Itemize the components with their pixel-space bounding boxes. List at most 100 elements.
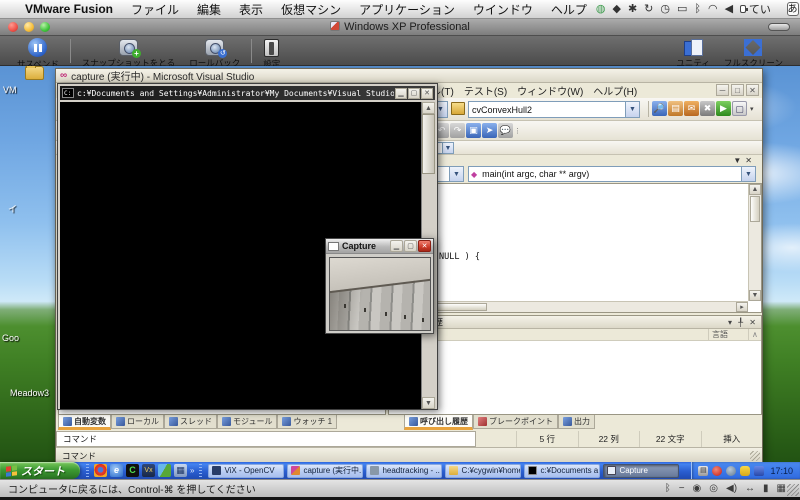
menu-file[interactable]: ファイル <box>122 1 188 18</box>
scroll-up-icon[interactable]: ▲ <box>749 184 761 195</box>
rollback-button[interactable]: ↺ ロールバック <box>189 38 240 69</box>
cmd-close-button[interactable]: ✕ <box>421 87 433 99</box>
cmd-maximize-button[interactable]: ▢ <box>408 87 420 99</box>
capture-minimize-button[interactable]: ▁ <box>390 240 403 252</box>
toolbox-icon[interactable]: ✖ <box>700 101 715 116</box>
taskbar-button-headtracking[interactable]: headtracking - .. <box>366 463 443 478</box>
toolbar-toggle-capsule[interactable] <box>768 23 790 31</box>
taskbar-button-vix[interactable]: ViX - OpenCV <box>208 463 285 478</box>
bluetooth-device-icon[interactable]: ᛒ <box>665 483 671 494</box>
callstack-panel[interactable]: 呼び出し履歴 ▾ ╀ ✕ 名前 言語 ∧ <box>388 315 762 415</box>
scroll-up-icon[interactable]: ▲ <box>422 102 435 114</box>
unity-button[interactable]: ユニティ <box>676 38 710 69</box>
vmware-window-titlebar[interactable]: Windows XP Professional <box>0 19 800 36</box>
doc-list-dropdown-icon[interactable]: ▼ <box>733 156 745 165</box>
quicklaunch-overflow-icon[interactable]: » <box>190 466 194 475</box>
desktop-icon-label[interactable]: VM <box>3 85 17 95</box>
vs-close-button[interactable]: ✕ <box>746 84 759 96</box>
tab-callstack[interactable]: 呼び出し履歴 <box>404 415 473 430</box>
fullscreen-button[interactable]: フルスクリーン <box>724 38 783 69</box>
find-symbol-icon[interactable]: 🔎 <box>652 101 667 116</box>
harddisk-device-icon[interactable]: ▦ <box>777 483 786 494</box>
tab-breakpoints[interactable]: ブレークポイント <box>473 415 558 429</box>
red-tray-icon[interactable] <box>712 465 723 476</box>
sort-icon[interactable]: ∧ <box>749 329 761 340</box>
panel-dropdown-icon[interactable]: ▾ <box>728 318 734 327</box>
start-debug-icon[interactable]: ▶ <box>716 101 731 116</box>
toolbar-drag-handle[interactable] <box>199 464 203 477</box>
cd-device-icon[interactable]: ◎ <box>709 483 718 494</box>
taskbar-clock[interactable]: 17:10 <box>770 466 793 476</box>
panel-close-icon[interactable]: ✕ <box>749 318 758 327</box>
menu-help[interactable]: ヘルプ <box>542 1 596 18</box>
taskbar-button-capture-active[interactable]: Capture <box>603 463 680 478</box>
display-tray-icon[interactable] <box>754 465 765 476</box>
debug-toolbar-icon[interactable]: ↷ <box>450 123 465 138</box>
menu-edit[interactable]: 編集 <box>188 1 230 18</box>
camera-device-icon[interactable]: ◉ <box>693 483 702 494</box>
mail-icon[interactable]: ✉ <box>684 101 699 116</box>
photo-viewer-icon[interactable] <box>158 464 171 477</box>
vs-maximize-button[interactable]: □ <box>731 84 744 96</box>
vs-find-combo[interactable]: cvConvexHull2 ▼ <box>468 101 640 118</box>
desktop-folder-icon[interactable] <box>25 66 44 80</box>
input-method-indicator[interactable]: あ <box>786 2 799 16</box>
security-shield-icon[interactable] <box>740 465 751 476</box>
capture-window[interactable]: Capture ▁ ▢ ✕ <box>325 238 434 334</box>
tab-modules[interactable]: モジュール <box>217 415 278 429</box>
start-button[interactable]: スタート <box>0 462 80 479</box>
network-device-icon[interactable]: ↔ <box>745 483 755 494</box>
take-snapshot-button[interactable]: + スナップショットをとる <box>82 38 175 69</box>
toolbar-drag-handle[interactable] <box>86 464 89 477</box>
vs-menu-test[interactable]: テスト(S) <box>459 83 512 98</box>
command-window[interactable]: コマンド <box>56 431 476 447</box>
column-language[interactable]: 言語 <box>709 329 749 340</box>
floppy-device-icon[interactable]: − <box>679 483 685 494</box>
vs-minimize-button[interactable]: ─ <box>716 84 729 96</box>
vs-menu-window[interactable]: ウィンドウ(W) <box>512 83 588 98</box>
status-app-icon[interactable]: ◆ <box>612 3 620 15</box>
menu-applications[interactable]: アプリケーション <box>350 1 464 18</box>
app-window-icon[interactable]: ▦ <box>174 464 187 477</box>
members-combo[interactable]: ◆ main(int argc, char ** argv) ▼ <box>468 166 756 182</box>
update-tray-icon[interactable] <box>726 465 737 476</box>
cmd-titlebar[interactable]: C: c:¥Documents and Settings¥Administrat… <box>60 86 435 100</box>
desktop-icon-label[interactable]: イ <box>8 202 17 215</box>
toolbar-overflow-icon[interactable]: ⋮ <box>514 127 521 135</box>
status-plugin-icon[interactable]: ✱ <box>628 3 637 15</box>
desktop-icon-label[interactable]: Goo <box>2 333 19 343</box>
desktop-icon-label[interactable]: Meadow3 <box>10 388 49 398</box>
tab-autos[interactable]: 自動変数 <box>58 415 111 430</box>
callstack-header[interactable]: 呼び出し履歴 ▾ ╀ ✕ <box>389 316 761 329</box>
scroll-right-icon[interactable]: ▸ <box>736 302 748 312</box>
window-list-icon[interactable]: ▢ <box>732 101 747 116</box>
ie-icon[interactable]: e <box>110 464 123 477</box>
volume-icon[interactable]: ◀ <box>725 3 733 15</box>
toolbar-dropdown-icon[interactable]: ▾ <box>750 105 754 113</box>
vs-titlebar[interactable]: ∞ capture (実行中) - Microsoft Visual Studi… <box>56 69 762 83</box>
menu-window[interactable]: ウインドウ <box>464 1 542 18</box>
menu-view[interactable]: 表示 <box>230 1 272 18</box>
usb-device-icon[interactable]: ▮ <box>763 483 769 494</box>
displays-icon[interactable]: ▭ <box>677 3 687 15</box>
taskbar-button-capture-vs[interactable]: capture (実行中... <box>287 463 364 478</box>
resize-grip[interactable] <box>750 450 760 461</box>
sound-device-icon[interactable]: ◀) <box>726 483 737 494</box>
browser-icon[interactable] <box>94 464 107 477</box>
status-globe-icon[interactable]: ◍ <box>596 3 606 15</box>
menu-virtual-machine[interactable]: 仮想マシン <box>272 1 350 18</box>
menu-vmware-fusion[interactable]: VMware Fusion <box>16 2 122 16</box>
cmd-minimize-button[interactable]: ▁ <box>395 87 407 99</box>
tab-output[interactable]: 出力 <box>558 415 595 429</box>
wifi-icon[interactable]: ◠ <box>708 3 718 15</box>
timemachine-icon[interactable]: ◷ <box>660 3 670 15</box>
taskbar-button-cygwin-folder[interactable]: C:¥cygwin¥home... <box>445 463 522 478</box>
pin-icon[interactable]: ╀ <box>738 318 745 327</box>
doc-close-icon[interactable]: ✕ <box>745 156 756 165</box>
terminal-icon[interactable]: C <box>126 464 139 477</box>
solution-explorer-icon[interactable]: ▤ <box>668 101 683 116</box>
debug-toolbar-icon[interactable]: 💬 <box>498 123 513 138</box>
window-resize-grip[interactable] <box>787 484 799 496</box>
capture-close-button[interactable]: ✕ <box>418 240 431 252</box>
vs-menu-help[interactable]: ヘルプ(H) <box>588 83 642 98</box>
